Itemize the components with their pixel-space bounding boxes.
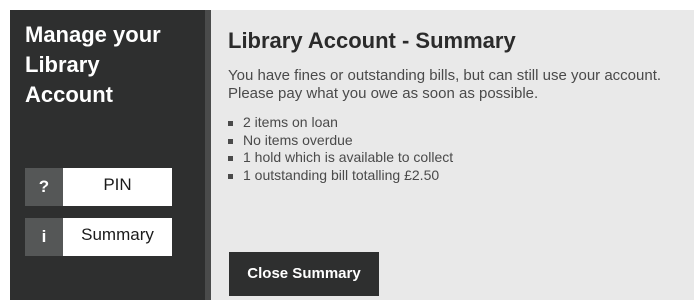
list-item-text: 2 items on loan — [243, 114, 338, 130]
sidebar-title: Manage your Library Account — [25, 22, 161, 107]
list-item-text: 1 outstanding bill totalling £2.50 — [243, 166, 440, 183]
summary-panel: Library Account - Summary You have fines… — [211, 10, 694, 300]
fines-notice: You have fines or outstanding bills, but… — [228, 67, 662, 102]
bullet-icon — [228, 156, 233, 161]
bullet-icon — [228, 138, 233, 144]
question-icon: ? — [25, 168, 63, 206]
pin-button[interactable]: ? PIN — [25, 168, 172, 206]
list-item: 1 outstanding bill totalling £2.50 — [228, 167, 453, 185]
close-summary-button[interactable]: Close Summary — [229, 252, 379, 296]
list-item: 2 items on loan — [228, 114, 453, 132]
list-item: 1 hold which is available to collect — [228, 149, 453, 167]
list-item-text: 1 hold which is available to collect — [243, 149, 454, 165]
library-account-screen: Manage your Library Account ? PIN i Summ… — [0, 0, 700, 300]
summary-label: Summary — [81, 225, 154, 244]
page-title: Library Account - Summary — [228, 28, 516, 53]
list-item-text: No items overdue — [243, 131, 353, 148]
info-icon: i — [25, 218, 63, 256]
summary-button[interactable]: i Summary — [25, 218, 172, 256]
account-summary-list: 2 items on loan No items overdue 1 hold … — [228, 114, 453, 184]
list-item: No items overdue — [228, 132, 453, 150]
pin-label: PIN — [103, 175, 132, 194]
bullet-icon — [228, 173, 233, 179]
bullet-icon — [228, 121, 233, 126]
